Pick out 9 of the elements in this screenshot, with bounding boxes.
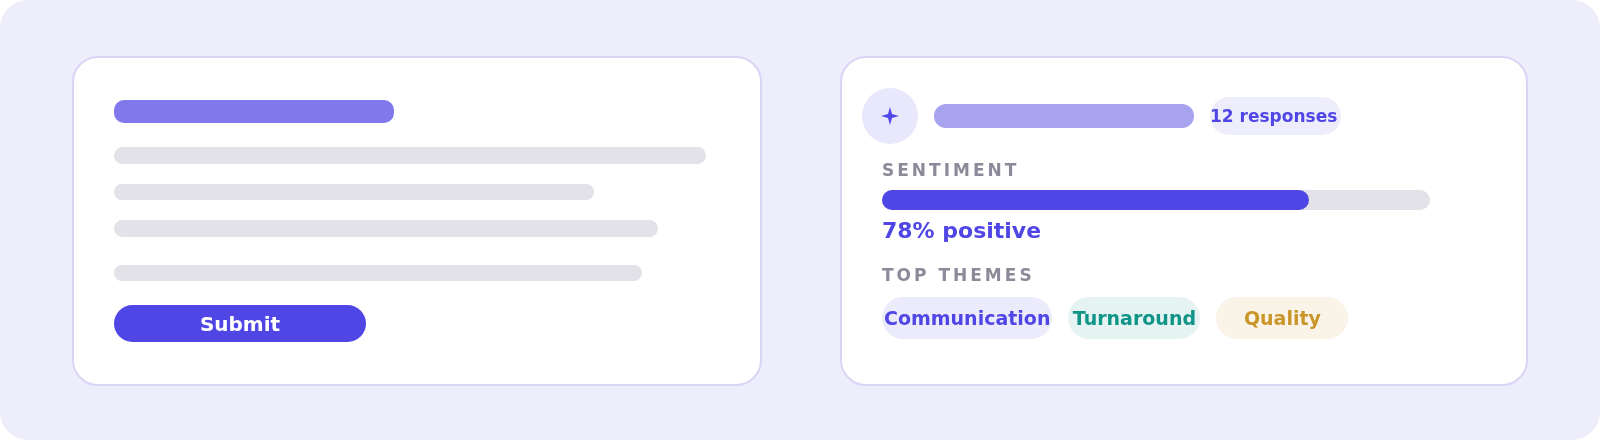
section-label: SENTIMENT bbox=[882, 160, 1021, 180]
theme-tag: Communication bbox=[882, 297, 1053, 339]
section-label: TOP THEMES bbox=[882, 265, 1036, 285]
theme-tag: Turnaround bbox=[1068, 297, 1201, 339]
sentiment-reading: 78% positive bbox=[882, 218, 1043, 243]
submit-button[interactable]: Submit bbox=[114, 305, 366, 342]
response-count: 12 responses bbox=[1210, 97, 1342, 135]
theme-tag: Quality bbox=[1216, 297, 1349, 339]
sparkle-icon bbox=[862, 88, 918, 144]
